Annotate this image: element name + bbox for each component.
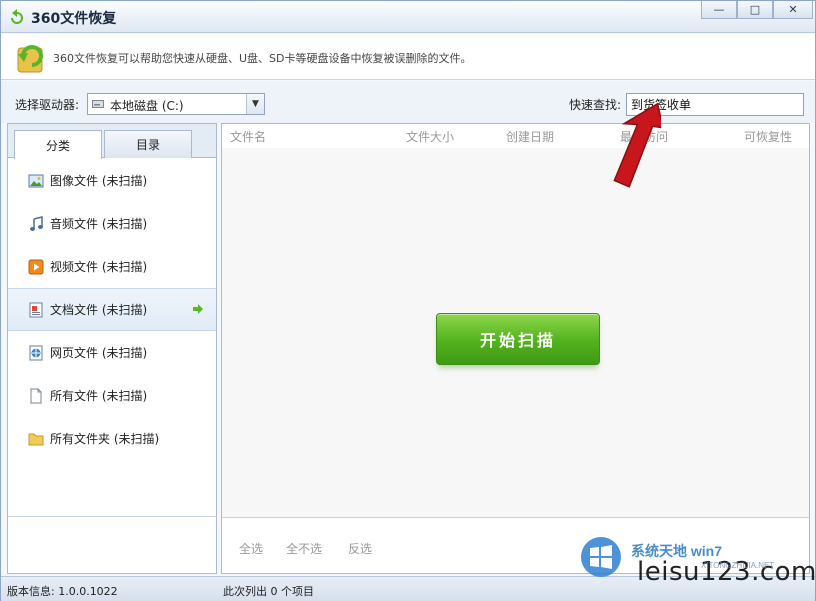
minimize-button[interactable]: — bbox=[701, 1, 737, 19]
category-label: 图像文件 (未扫描) bbox=[50, 174, 148, 188]
window-title: 360文件恢复 bbox=[31, 11, 117, 27]
category-document-files[interactable]: 文档文件 (未扫描) bbox=[8, 288, 216, 331]
web-page-icon bbox=[29, 345, 43, 360]
image-file-icon bbox=[28, 174, 44, 187]
category-label: 视频文件 (未扫描) bbox=[50, 260, 148, 274]
category-web-files[interactable]: 网页文件 (未扫描) bbox=[8, 331, 216, 374]
start-scan-button[interactable]: 开始扫描 bbox=[436, 313, 600, 365]
hard-drive-icon bbox=[92, 100, 104, 108]
tab-category[interactable]: 分类 bbox=[14, 130, 102, 159]
category-video-files[interactable]: 视频文件 (未扫描) bbox=[8, 245, 216, 288]
category-label: 音频文件 (未扫描) bbox=[50, 217, 148, 231]
category-audio-files[interactable]: 音频文件 (未扫描) bbox=[8, 202, 216, 245]
item-count: 此次列出 0 个项目 bbox=[223, 585, 314, 598]
category-list: 图像文件 (未扫描) 音频文件 (未扫描) 视频文件 (未扫描) 文档文件 (未… bbox=[8, 159, 216, 460]
category-label: 文档文件 (未扫描) bbox=[50, 303, 148, 317]
close-button[interactable]: ✕ bbox=[773, 1, 813, 19]
window-controls: — □ ✕ bbox=[701, 1, 813, 19]
category-all-files[interactable]: 所有文件 (未扫描) bbox=[8, 374, 216, 417]
category-image-files[interactable]: 图像文件 (未扫描) bbox=[8, 159, 216, 202]
column-file-name[interactable]: 文件名 bbox=[230, 128, 266, 145]
watermark-line-3: XITONGZHIJIA.NET bbox=[701, 561, 775, 570]
title-bar: 360文件恢复 — □ ✕ bbox=[1, 1, 815, 33]
category-panel: 分类 目录 图像文件 (未扫描) 音频文件 (未扫描) 视频文件 (未扫描) 文… bbox=[7, 123, 217, 574]
recovery-logo-icon bbox=[17, 45, 43, 73]
invert-selection-link[interactable]: 反选 bbox=[348, 540, 372, 557]
music-note-icon bbox=[30, 215, 43, 231]
file-list-header: 文件名 文件大小 创建日期 最后访问 可恢复性 bbox=[222, 124, 809, 148]
drive-select-value: 本地磁盘 (C:) bbox=[110, 99, 184, 113]
document-file-icon bbox=[29, 302, 43, 317]
red-annotation-arrow-icon bbox=[613, 102, 661, 188]
maximize-button[interactable]: □ bbox=[737, 1, 773, 19]
column-created-date[interactable]: 创建日期 bbox=[506, 128, 554, 145]
banner-description: 360文件恢复可以帮助您快速从硬盘、U盘、SD卡等硬盘设备中恢复被误删除的文件。 bbox=[53, 52, 472, 65]
right-arrow-icon bbox=[193, 304, 203, 314]
tab-directory[interactable]: 目录 bbox=[104, 130, 192, 158]
select-none-link[interactable]: 全不选 bbox=[286, 540, 322, 557]
column-file-size[interactable]: 文件大小 bbox=[406, 128, 454, 145]
app-window: 360文件恢复 — □ ✕ 360文件恢复可以帮助您快速从硬盘、U盘、SD卡等硬… bbox=[0, 0, 816, 601]
drive-select[interactable]: 本地磁盘 (C:) ▼ bbox=[87, 93, 265, 115]
drive-label: 选择驱动器: bbox=[15, 98, 80, 112]
category-label: 所有文件夹 (未扫描) bbox=[50, 432, 160, 446]
left-panel-footer bbox=[8, 516, 216, 573]
select-all-link[interactable]: 全选 bbox=[239, 540, 263, 557]
video-file-icon bbox=[28, 259, 44, 274]
column-recoverability[interactable]: 可恢复性 bbox=[744, 128, 792, 145]
category-label: 网页文件 (未扫描) bbox=[50, 346, 148, 360]
file-list-panel: 文件名 文件大小 创建日期 最后访问 可恢复性 开始扫描 全选 全不选 反选 bbox=[221, 123, 810, 574]
category-label: 所有文件 (未扫描) bbox=[50, 389, 148, 403]
category-all-folders[interactable]: 所有文件夹 (未扫描) bbox=[8, 417, 216, 460]
toolbar: 选择驱动器: 本地磁盘 (C:) ▼ 快速查找: bbox=[1, 81, 815, 123]
windows-logo-watermark-icon bbox=[581, 537, 621, 577]
app-logo-icon bbox=[11, 9, 23, 24]
version-info: 版本信息: 1.0.0.1022 bbox=[7, 585, 118, 598]
panel-tabs: 分类 目录 bbox=[8, 124, 216, 159]
folder-icon bbox=[28, 433, 44, 445]
dropdown-arrow-icon[interactable]: ▼ bbox=[246, 94, 264, 114]
blank-file-icon bbox=[30, 388, 42, 403]
info-banner: 360文件恢复可以帮助您快速从硬盘、U盘、SD卡等硬盘设备中恢复被误删除的文件。 bbox=[1, 34, 815, 80]
